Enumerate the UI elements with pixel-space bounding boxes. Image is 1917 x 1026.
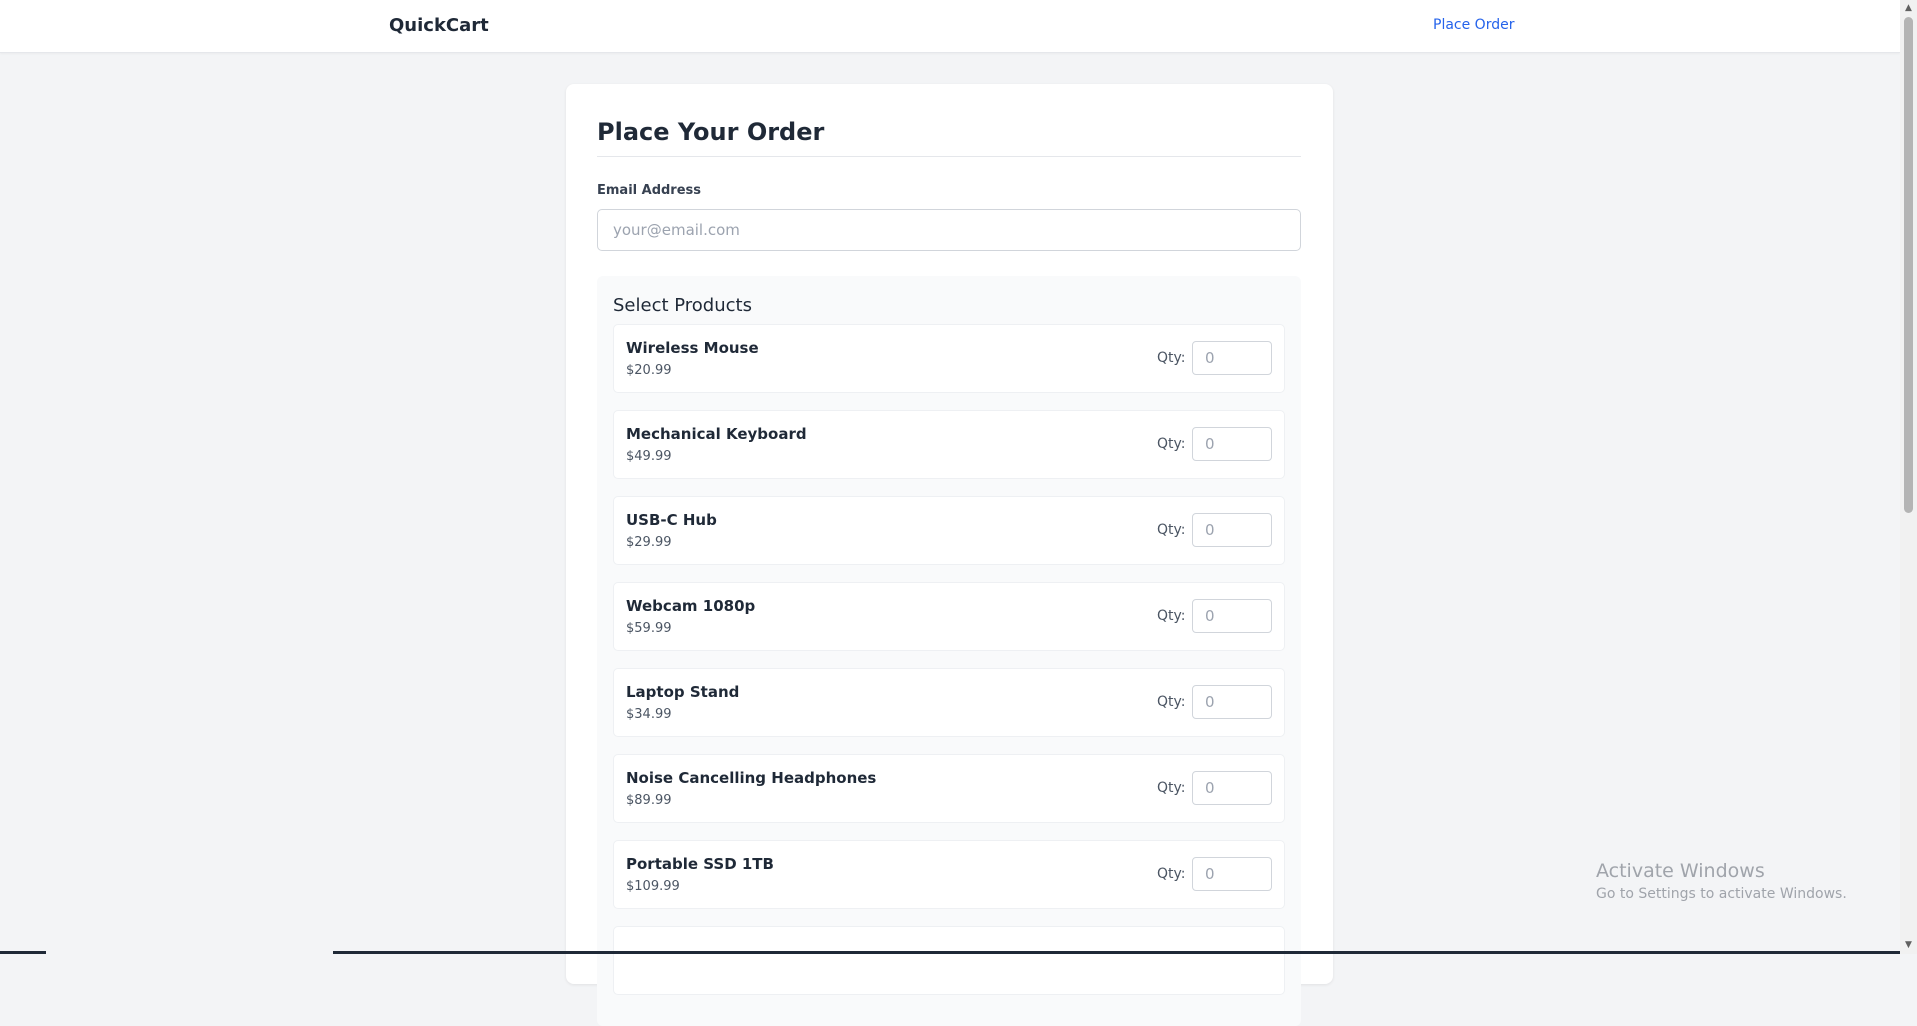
product-price: $49.99 bbox=[626, 449, 672, 464]
product-price: $109.99 bbox=[626, 879, 680, 894]
brand-logo-text[interactable]: QuickCart bbox=[389, 15, 489, 36]
product-row-wireless-mouse: Wireless Mouse $20.99 Qty: bbox=[613, 324, 1285, 393]
products-section-title: Select Products bbox=[613, 295, 752, 316]
product-name: Wireless Mouse bbox=[626, 339, 759, 357]
title-divider bbox=[597, 156, 1301, 157]
qty-label: Qty: bbox=[1157, 866, 1186, 882]
product-name: USB-C Hub bbox=[626, 511, 717, 529]
qty-label: Qty: bbox=[1157, 522, 1186, 538]
email-field[interactable] bbox=[597, 209, 1301, 251]
product-row-usb-c-hub: USB-C Hub $29.99 Qty: bbox=[613, 496, 1285, 565]
qty-label: Qty: bbox=[1157, 436, 1186, 452]
place-order-nav-link[interactable]: Place Order bbox=[1433, 17, 1514, 33]
qty-input-mechanical-keyboard[interactable] bbox=[1192, 427, 1272, 461]
product-price: $29.99 bbox=[626, 535, 672, 550]
qty-label: Qty: bbox=[1157, 350, 1186, 366]
product-price: $20.99 bbox=[626, 363, 672, 378]
qty-input-portable-ssd[interactable] bbox=[1192, 857, 1272, 891]
product-name: Noise Cancelling Headphones bbox=[626, 769, 877, 787]
page-title: Place Your Order bbox=[597, 118, 825, 146]
qty-input-laptop-stand[interactable] bbox=[1192, 685, 1272, 719]
product-name: Laptop Stand bbox=[626, 683, 740, 701]
product-name: Mechanical Keyboard bbox=[626, 425, 807, 443]
product-row-portable-ssd: Portable SSD 1TB $109.99 Qty: bbox=[613, 840, 1285, 909]
product-row-mechanical-keyboard: Mechanical Keyboard $49.99 Qty: bbox=[613, 410, 1285, 479]
qty-label: Qty: bbox=[1157, 694, 1186, 710]
vertical-scrollbar[interactable]: ▲ ▼ bbox=[1900, 0, 1917, 954]
product-row-headphones: Noise Cancelling Headphones $89.99 Qty: bbox=[613, 754, 1285, 823]
qty-input-wireless-mouse[interactable] bbox=[1192, 341, 1272, 375]
qty-input-usb-c-hub[interactable] bbox=[1192, 513, 1272, 547]
qty-input-webcam[interactable] bbox=[1192, 599, 1272, 633]
qty-label: Qty: bbox=[1157, 608, 1186, 624]
scroll-down-arrow-icon[interactable]: ▼ bbox=[1900, 937, 1917, 954]
watermark-title: Activate Windows bbox=[1596, 860, 1765, 882]
product-name: Portable SSD 1TB bbox=[626, 855, 774, 873]
scrollbar-thumb[interactable] bbox=[1904, 17, 1913, 513]
scroll-up-arrow-icon[interactable]: ▲ bbox=[1900, 0, 1917, 17]
product-row-partial bbox=[613, 926, 1285, 995]
activate-windows-watermark: Activate Windows Go to Settings to activ… bbox=[1596, 860, 1847, 902]
email-label: Email Address bbox=[597, 183, 702, 198]
product-name: Webcam 1080p bbox=[626, 597, 756, 615]
product-row-laptop-stand: Laptop Stand $34.99 Qty: bbox=[613, 668, 1285, 737]
order-form-card: Place Your Order Email Address Select Pr… bbox=[566, 84, 1333, 1026]
product-price: $59.99 bbox=[626, 621, 672, 636]
products-panel: Select Products Wireless Mouse $20.99 Qt… bbox=[597, 276, 1301, 1026]
product-price: $34.99 bbox=[626, 707, 672, 722]
qty-input-headphones[interactable] bbox=[1192, 771, 1272, 805]
qty-label: Qty: bbox=[1157, 780, 1186, 796]
watermark-subtitle: Go to Settings to activate Windows. bbox=[1596, 886, 1847, 902]
product-price: $89.99 bbox=[626, 793, 672, 808]
product-row-webcam: Webcam 1080p $59.99 Qty: bbox=[613, 582, 1285, 651]
top-navbar: QuickCart Place Order bbox=[0, 0, 1900, 53]
